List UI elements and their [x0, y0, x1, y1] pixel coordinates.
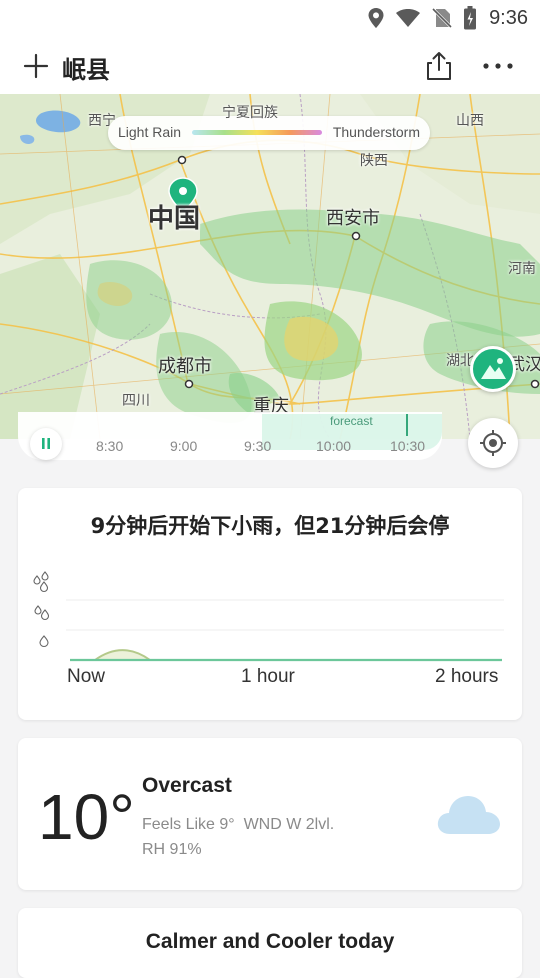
map-label-xining: 西宁 [88, 113, 116, 129]
wind: WND W 2lvl. [243, 816, 335, 833]
crosshair-icon [480, 430, 506, 456]
wifi-icon [396, 9, 421, 27]
precipitation-headline: 9分钟后开始下小雨，但21分钟后会停 [90, 514, 450, 538]
feels-like: Feels Like 9° [142, 816, 235, 833]
map-label-henan: 河南 [508, 261, 536, 277]
app-header: 岷县 [0, 36, 540, 94]
legend-gradient [192, 130, 322, 135]
timeline-tick: 9:00 [170, 438, 198, 454]
humidity: RH 91% [142, 841, 202, 858]
summary-title: Calmer and Cooler today [145, 930, 395, 953]
legend-light-label: Light Rain [118, 124, 182, 140]
plus-icon[interactable] [22, 52, 50, 80]
legend-heavy-label: Thunderstorm [332, 124, 420, 140]
battery-icon [464, 6, 477, 30]
chart-x-label-now: Now [67, 666, 106, 687]
locate-button[interactable] [468, 418, 518, 468]
current-weather-card: 10° Overcast Feels Like 9° WND W 2lvl. R… [18, 738, 522, 890]
share-icon[interactable] [424, 50, 454, 82]
weather-details-line1: Feels Like 9° WND W 2lvl. [142, 816, 334, 834]
no-sim-icon [432, 7, 453, 29]
more-icon[interactable] [482, 60, 514, 72]
chart-gridlines [66, 599, 504, 631]
map-label-shaanxi: 陕西 [360, 153, 388, 169]
map-label-ningxia: 宁夏回族 [222, 105, 278, 121]
chart-x-label-1h: 1 hour [241, 666, 295, 687]
weather-condition: Overcast [142, 774, 232, 797]
map-label-xian: 西安市 [326, 208, 380, 229]
status-bar: 9:36 [0, 0, 540, 36]
light-rain-icon [39, 635, 49, 648]
timeline-tick: 10:30 [390, 438, 426, 454]
cloud-icon [437, 796, 500, 834]
current-temperature: 10° [38, 781, 135, 853]
location-icon [368, 8, 384, 28]
chart-x-label-2h: 2 hours [435, 666, 499, 687]
clock: 9:36 [489, 6, 528, 29]
map-label-shanxi: 山西 [456, 113, 484, 129]
timeline-cursor[interactable] [406, 414, 408, 436]
map-photo-pin[interactable] [470, 346, 516, 392]
pause-icon [42, 438, 50, 449]
precipitation-card: 9分钟后开始下小雨，但21分钟后会停 Now 1 hour 2 hours [18, 488, 522, 720]
precipitation-chart [33, 571, 504, 662]
heavy-rain-icon [33, 571, 49, 593]
moderate-rain-icon [34, 605, 50, 621]
timeline-tick: 10:00 [316, 438, 352, 454]
timeline-tick: 9:30 [244, 438, 272, 454]
city-title[interactable]: 岷县 [62, 50, 110, 85]
pause-button[interactable] [30, 428, 62, 460]
forecast-label: forecast [330, 414, 373, 428]
map-label-sichuan: 四川 [122, 393, 150, 409]
map-label-china: 中国 [148, 204, 201, 234]
map-label-chengdu: 成都市 [158, 356, 212, 377]
timeline-tick: 8:30 [96, 438, 124, 454]
summary-card: Calmer and Cooler today [18, 908, 522, 978]
mountain-icon [481, 358, 506, 379]
